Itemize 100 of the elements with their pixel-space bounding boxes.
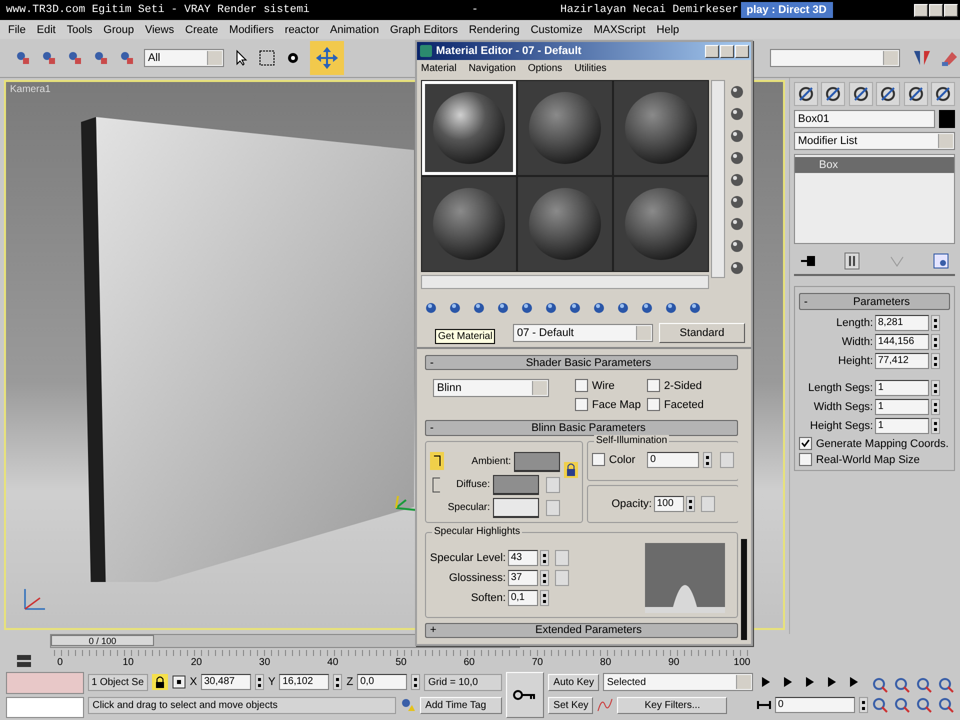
menu-item[interactable]: Create xyxy=(185,24,218,36)
number-field[interactable]: 77,412 xyxy=(875,353,929,369)
horizontal-scrollbar[interactable] xyxy=(421,275,709,289)
pin-icon[interactable] xyxy=(800,254,816,268)
rollout-header[interactable]: - Parameters xyxy=(799,293,950,310)
menu-item[interactable]: Modifiers xyxy=(229,24,274,36)
color-swatch[interactable] xyxy=(514,452,560,472)
color-swatch[interactable] xyxy=(493,474,539,495)
number-field[interactable]: 37 xyxy=(508,570,538,586)
checkbox[interactable] xyxy=(575,398,588,412)
spinner[interactable] xyxy=(411,674,420,690)
spinner[interactable] xyxy=(540,590,549,606)
add-time-tag-button[interactable]: Add Time Tag xyxy=(420,696,502,714)
material-name-dropdown[interactable]: 07 - Default xyxy=(513,324,653,342)
spinner[interactable] xyxy=(859,697,868,713)
number-field[interactable]: 43 xyxy=(508,550,538,566)
number-field[interactable]: 8,281 xyxy=(875,315,929,331)
spinner[interactable] xyxy=(540,570,549,586)
spinner[interactable] xyxy=(540,550,549,566)
menu-item[interactable]: Views xyxy=(144,24,174,36)
maxscript-output-field[interactable] xyxy=(6,696,84,718)
menu-item[interactable]: Options xyxy=(528,63,562,74)
number-field[interactable]: 30,487 xyxy=(201,674,252,690)
key-filters-button[interactable]: Key Filters... xyxy=(617,696,728,714)
zoom-icon[interactable] xyxy=(872,677,888,693)
spinner[interactable] xyxy=(931,380,940,396)
menu-item[interactable]: Rendering xyxy=(468,24,520,36)
key-mode-dropdown[interactable]: Selected xyxy=(603,673,753,691)
show-end-result-icon[interactable] xyxy=(844,252,860,270)
sphere-icon[interactable] xyxy=(729,84,745,100)
rollout-header[interactable]: + Extended Parameters xyxy=(425,622,738,638)
checkbox[interactable] xyxy=(592,453,605,466)
menu-item[interactable]: Edit xyxy=(36,24,56,36)
spinner[interactable] xyxy=(686,496,695,512)
auto-key-button[interactable]: Auto Key xyxy=(548,674,599,690)
number-field[interactable]: 0 xyxy=(775,697,855,713)
number-field[interactable]: 0,0 xyxy=(357,674,408,690)
configure-sets-icon[interactable] xyxy=(932,253,949,269)
material-type-button[interactable]: Standard xyxy=(659,323,745,343)
number-field[interactable]: 0 xyxy=(647,452,700,468)
number-field[interactable]: 1 xyxy=(875,380,929,396)
menu-item[interactable]: Group xyxy=(103,24,134,36)
checkbox[interactable] xyxy=(575,379,588,392)
modifier-list-dropdown[interactable]: Modifier List xyxy=(794,132,955,150)
close-button[interactable] xyxy=(735,44,749,58)
vertical-scrollbar[interactable] xyxy=(741,539,747,640)
menu-item[interactable]: Navigation xyxy=(468,63,516,74)
object-color-swatch[interactable] xyxy=(939,110,955,128)
menu-item[interactable]: Utilities xyxy=(574,63,607,74)
menu-item[interactable]: Tools xyxy=(66,24,92,36)
named-selection-dropdown[interactable] xyxy=(770,49,900,67)
curve-icon[interactable] xyxy=(597,697,614,713)
number-field[interactable]: 16,102 xyxy=(279,674,330,690)
lock-icon[interactable] xyxy=(152,674,168,690)
bracket-icon[interactable] xyxy=(430,476,442,494)
color-swatch[interactable] xyxy=(493,498,539,518)
set-key-button[interactable] xyxy=(506,672,544,718)
rollout-header[interactable]: - Shader Basic Parameters xyxy=(425,355,738,370)
number-field[interactable]: 1 xyxy=(875,418,929,434)
number-field[interactable]: 0,1 xyxy=(508,590,538,606)
rollout-header[interactable]: - Blinn Basic Parameters xyxy=(425,420,738,436)
spinner[interactable] xyxy=(931,315,940,331)
set-key-mode-button[interactable]: Set Key xyxy=(548,696,594,714)
lock-icon[interactable] xyxy=(564,462,578,478)
number-field[interactable]: 100 xyxy=(654,496,684,512)
menu-item[interactable]: MAXScript xyxy=(594,24,646,36)
material-slot[interactable] xyxy=(422,81,516,175)
checkbox[interactable] xyxy=(647,379,660,392)
shader-dropdown[interactable]: Blinn xyxy=(433,379,549,398)
spinner[interactable] xyxy=(931,353,940,369)
maximize-button[interactable] xyxy=(720,44,734,58)
spinner[interactable] xyxy=(931,334,940,350)
move-icon[interactable] xyxy=(310,41,344,75)
menu-item[interactable]: Help xyxy=(656,24,680,36)
time-tag-icon[interactable] xyxy=(400,697,416,713)
menu-item[interactable]: reactor xyxy=(284,24,320,36)
time-slider-thumb[interactable]: 0 / 100 xyxy=(51,635,154,646)
object-name-field[interactable]: Box01 xyxy=(794,110,935,128)
vertical-scrollbar[interactable] xyxy=(711,80,725,278)
minimize-button[interactable] xyxy=(914,4,928,16)
spinner[interactable] xyxy=(255,674,264,690)
spinner[interactable] xyxy=(333,674,342,690)
menu-item[interactable]: File xyxy=(8,24,26,36)
key-mode-toggle-icon[interactable] xyxy=(757,698,771,712)
menu-item[interactable]: Graph Editors xyxy=(390,24,458,36)
maximize-button[interactable] xyxy=(929,4,943,16)
close-button[interactable] xyxy=(944,4,958,16)
rectangle-select-icon[interactable] xyxy=(258,49,276,67)
spinner[interactable] xyxy=(931,418,940,434)
number-field[interactable]: 144,156 xyxy=(875,334,929,350)
minimize-button[interactable] xyxy=(705,44,719,58)
absolute-mode-icon[interactable] xyxy=(172,675,186,689)
selection-filter-dropdown[interactable]: All xyxy=(144,49,224,67)
menu-item[interactable]: Customize xyxy=(530,24,583,36)
checkbox[interactable] xyxy=(799,453,812,466)
modifier-stack-item[interactable]: Box xyxy=(795,157,954,173)
spinner[interactable] xyxy=(931,399,940,415)
number-field[interactable]: 1 xyxy=(875,399,929,415)
maxscript-listener-field[interactable] xyxy=(6,672,84,694)
menu-item[interactable]: Animation xyxy=(330,24,379,36)
